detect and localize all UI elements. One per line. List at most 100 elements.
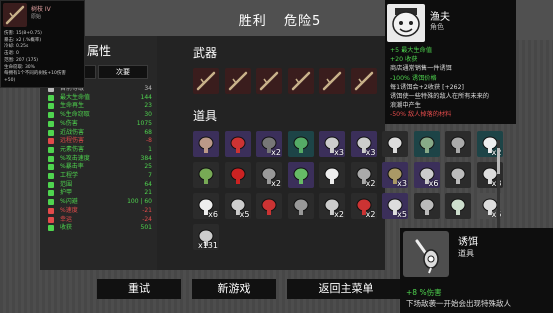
item-count: x2 (271, 148, 281, 157)
character-effect-line: 诱饵使一些特殊的敌人在所有未来的 (390, 93, 489, 100)
stats-title: 属性 (87, 44, 112, 58)
weapon-stat-line: 击退: 0 (4, 51, 19, 57)
item-slot[interactable] (256, 193, 282, 219)
result-label: 胜利 (238, 14, 267, 29)
item-tooltip-stat: +8 %伤害 (406, 287, 442, 298)
item-slot[interactable] (224, 162, 251, 188)
item-slot[interactable] (224, 131, 251, 157)
branch-weapon-icon (259, 71, 279, 91)
item-slot[interactable]: x6 (193, 193, 219, 219)
item-count: x3 (334, 148, 344, 157)
character-effect-line: +5 最大生命值 (390, 47, 433, 54)
character-effect-line: 每1诱饵会+2收获 [+262] (390, 83, 464, 91)
armor-icon (48, 190, 54, 197)
wave-result-title: 胜利 危险5 (200, 10, 360, 29)
weapon-stat-line: 暴击: x2 (.%概率) (4, 37, 42, 43)
item-slot[interactable]: x5 (382, 193, 408, 219)
danger-label: 危险5 (283, 14, 322, 29)
character-name: 渔夫 (430, 12, 450, 23)
item-count: x5 (397, 210, 407, 219)
item-slot[interactable]: x2 (350, 193, 377, 219)
item-slot[interactable] (287, 162, 314, 188)
boot-icon (419, 136, 434, 153)
retry-button[interactable]: 重试 (97, 279, 181, 299)
branch-weapon-icon (196, 71, 216, 91)
stat-row: 收获 501 (46, 223, 152, 233)
tab-secondary[interactable]: 次要 (98, 65, 148, 79)
item-slot[interactable] (319, 162, 345, 188)
mushroom-hat-icon (198, 136, 214, 153)
helmet-icon (450, 136, 466, 153)
item-slot[interactable]: x2 (256, 131, 282, 157)
range-icon (48, 181, 54, 188)
weapon-slot[interactable] (287, 68, 314, 94)
weapon-slot[interactable] (256, 68, 282, 94)
fish-bone-icon (387, 136, 403, 153)
weapon-stat-line: 范围: 207 (175) (4, 57, 39, 63)
regen-icon (48, 103, 54, 110)
character-effect-line: 浪潮中产生 (390, 102, 421, 110)
heart-icon (48, 94, 54, 101)
attack-speed-icon (48, 155, 54, 162)
main-menu-button[interactable]: 返回主菜单 (287, 279, 405, 299)
stat-value: 501 (140, 224, 152, 232)
item-slot[interactable]: x2 (256, 162, 282, 188)
elemental-icon (48, 146, 54, 153)
item-count: x6 (428, 179, 439, 188)
items-title: 道具 (193, 109, 218, 123)
item-count: x2 (365, 179, 376, 188)
item-slot[interactable] (287, 193, 314, 219)
item-count: x2 (365, 210, 376, 219)
items-scrollbar-thumb[interactable] (497, 148, 500, 174)
weapon-slot[interactable] (319, 68, 345, 94)
ranged-icon (48, 138, 54, 145)
item-tooltip-name: 诱饵 (458, 237, 478, 248)
cup-icon (324, 167, 340, 184)
weapon-stat-line: +50) (4, 77, 16, 83)
item-count: x3 (397, 179, 407, 188)
damage-icon (48, 120, 54, 127)
item-slot[interactable] (413, 193, 440, 219)
branch-weapon-icon (354, 71, 373, 91)
weapon-slot[interactable] (193, 68, 219, 94)
item-slot[interactable]: x6 (413, 162, 440, 188)
syringe-icon (261, 198, 277, 215)
item-slot[interactable] (445, 162, 471, 188)
red-gem-icon (230, 167, 245, 184)
branch-weapon-icon (322, 71, 342, 91)
item-slot[interactable] (193, 131, 219, 157)
item-count: x3 (365, 148, 376, 157)
weapons-title: 武器 (193, 46, 218, 60)
item-slot[interactable]: x2 (319, 193, 345, 219)
bait-icon (403, 231, 449, 277)
weapon-slot[interactable] (224, 68, 251, 94)
item-slot[interactable] (287, 131, 314, 157)
item-tooltip-type: 道具 (458, 249, 474, 258)
character-effect-line: +20 收获 (390, 56, 418, 64)
crit-icon (48, 164, 54, 171)
grass-icon (450, 198, 466, 215)
item-slot[interactable] (445, 131, 471, 157)
item-slot[interactable] (413, 131, 440, 157)
item-slot[interactable]: x3 (350, 131, 377, 157)
weapon-slot[interactable] (350, 68, 377, 94)
item-slot[interactable]: x2 (350, 162, 377, 188)
dodge-icon (48, 199, 54, 206)
lifesteal-icon (48, 112, 54, 119)
item-slot[interactable]: x131 (193, 224, 219, 250)
item-slot[interactable]: x3 (319, 131, 345, 157)
stat-label: 收获 (60, 224, 73, 232)
item-slot[interactable]: x3 (382, 162, 408, 188)
item-stat-text: +8 %伤害 (406, 288, 442, 297)
branch-weapon-icon (3, 3, 27, 27)
new-game-button[interactable]: 新游戏 (192, 279, 276, 299)
item-slot[interactable] (382, 131, 408, 157)
green-brain-icon (293, 167, 308, 184)
character-effect-line: 商店通常销售一件诱饵 (390, 65, 452, 73)
weapon-stat-line: 每拥有1个不同的树枝+10伤害 (4, 71, 66, 77)
branch-weapon-icon (291, 71, 310, 91)
item-slot[interactable]: x5 (224, 193, 251, 219)
item-slot[interactable] (193, 162, 219, 188)
item-tooltip-description: 下场敌袭一开始会出现特殊敌人 (406, 299, 511, 308)
item-slot[interactable] (445, 193, 471, 219)
